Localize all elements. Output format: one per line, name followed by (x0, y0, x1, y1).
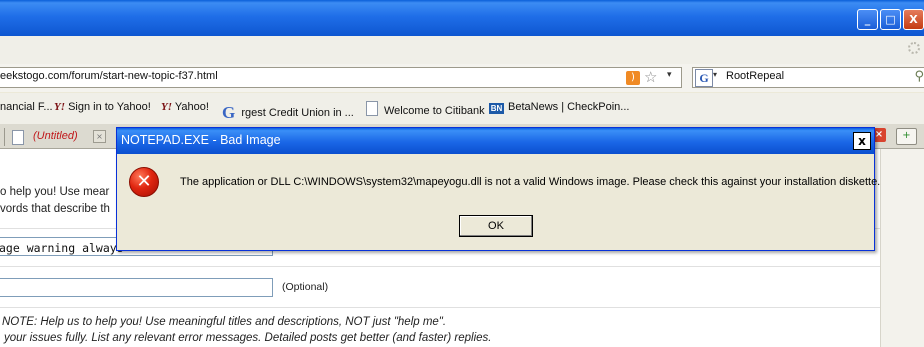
search-input[interactable]: RootRepeal (726, 70, 784, 82)
topic-description-input[interactable] (0, 278, 273, 297)
bookmark-item-sign-in-yahoo[interactable]: Y! Sign in to Yahoo! (54, 101, 151, 113)
search-magnifier-icon[interactable]: ⚲ (914, 69, 924, 84)
divider (0, 266, 880, 267)
bookmark-item-yahoo[interactable]: Y! Yahoo! (161, 101, 209, 113)
rss-feed-icon[interactable]: ) (626, 71, 640, 85)
topic-title-value: age warning always (0, 241, 124, 255)
bookmark-item-credit-union[interactable]: G rgest Credit Union in ... (222, 101, 354, 122)
bookmark-item-financial[interactable]: nancial F... (0, 101, 53, 113)
optional-label: (Optional) (282, 281, 329, 293)
new-tab-icon[interactable]: + (896, 128, 917, 145)
engine-dropdown-icon[interactable]: ▾ (713, 70, 717, 79)
bookmark-item-betanews[interactable]: BN BetaNews | CheckPoin... (489, 101, 629, 114)
bookmarks-toolbar: nancial F... Y! Sign in to Yahoo! Y! Yah… (0, 93, 924, 125)
dialog-title-bar[interactable]: NOTEPAD.EXE - Bad Image x (117, 128, 874, 154)
bookmark-star-icon[interactable]: ☆ (644, 68, 657, 86)
close-window-button[interactable]: X (903, 9, 924, 30)
address-bar[interactable]: eekstogo.com/forum/start-new-topic-f37.h… (0, 67, 682, 88)
page-icon (366, 101, 378, 116)
error-icon: ✕ (129, 167, 159, 197)
search-box[interactable]: G ▾ RootRepeal ⚲ (692, 67, 924, 88)
note-line1: NOTE: Help us to help you! Use meaningfu… (2, 316, 447, 328)
dialog-title: NOTEPAD.EXE - Bad Image (121, 133, 281, 147)
url-text[interactable]: eekstogo.com/forum/start-new-topic-f37.h… (0, 70, 218, 82)
bookmark-label: Sign in to Yahoo! (68, 101, 151, 113)
google-icon: G (222, 103, 236, 122)
bookmark-item-citibank[interactable]: Welcome to Citibank (366, 101, 485, 117)
bookmark-label: rgest Credit Union in ... (241, 107, 354, 119)
bad-image-dialog: NOTEPAD.EXE - Bad Image x ✕ The applicat… (116, 127, 880, 251)
page-icon (12, 130, 24, 145)
bookmark-label: Yahoo! (174, 101, 209, 113)
minimize-button[interactable]: _ (857, 9, 878, 30)
throbber-icon (908, 42, 920, 54)
browser-title-bar (0, 0, 924, 36)
vertical-scrollbar[interactable] (880, 149, 924, 347)
divider (0, 307, 880, 308)
help-text-line2: vords that describe th (0, 203, 110, 215)
bookmark-label: Welcome to Citibank (384, 105, 485, 117)
tab-divider (4, 128, 5, 146)
menu-bar (0, 36, 924, 65)
yahoo-icon: Y! (54, 101, 65, 113)
tab-title: (Untitled) (33, 130, 78, 142)
maximize-button[interactable]: □ (880, 9, 901, 30)
note-line2: your issues fully. List any relevant err… (4, 332, 492, 344)
google-engine-icon[interactable]: G (695, 69, 713, 87)
bookmark-label: nancial F... (0, 101, 53, 113)
bookmark-label: BetaNews | CheckPoin... (508, 101, 630, 113)
help-text-line1: o help you! Use mear (0, 186, 110, 198)
yahoo-icon: Y! (161, 101, 172, 113)
ok-button[interactable]: OK (459, 215, 533, 237)
url-dropdown-icon[interactable]: ▾ (667, 70, 672, 80)
tab-close-icon[interactable]: × (93, 130, 106, 143)
betanews-icon: BN (489, 103, 504, 114)
dialog-message: The application or DLL C:\WINDOWS\system… (180, 176, 881, 188)
window-controls: _ □ X (857, 9, 924, 30)
dialog-close-button[interactable]: x (853, 132, 871, 150)
